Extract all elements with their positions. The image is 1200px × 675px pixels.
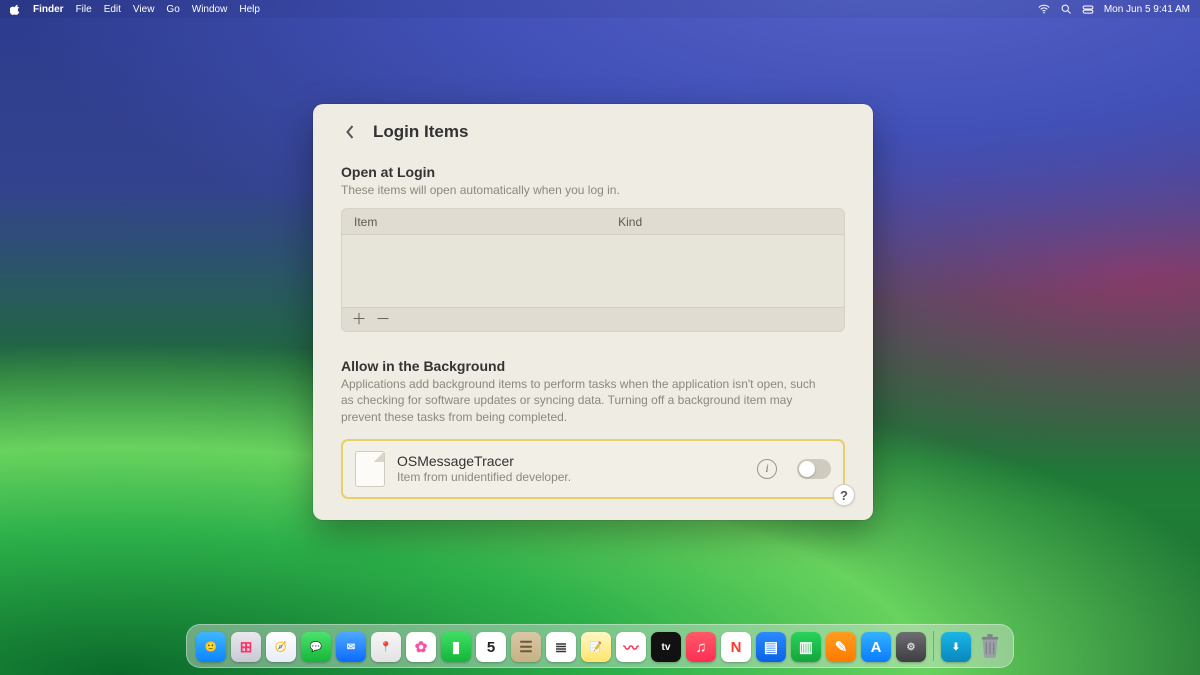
menu-edit[interactable]: Edit [104,4,121,15]
help-button[interactable]: ? [833,484,855,506]
apple-menu[interactable] [10,4,21,15]
dock-app-mail[interactable]: ✉︎ [336,632,366,662]
dock-app-settings[interactable]: ⚙︎ [896,632,926,662]
dock-separator [933,631,934,661]
dock-app-photos[interactable]: ✿ [406,632,436,662]
background-item-toggle[interactable] [797,459,831,479]
dock-app-facetime[interactable]: ▮ [441,632,471,662]
dock-app-news[interactable]: N [721,632,751,662]
allow-background-heading: Allow in the Background [341,358,845,374]
control-center-icon[interactable] [1082,3,1094,15]
menu-file[interactable]: File [76,4,92,15]
dock-app-contacts[interactable]: ☰ [511,632,541,662]
menubar-app-name[interactable]: Finder [33,4,64,15]
menu-view[interactable]: View [133,4,155,15]
menubar: Finder File Edit View Go Window Help Mon… [0,0,1200,18]
spotlight-icon[interactable] [1060,3,1072,15]
info-button[interactable]: i [757,459,777,479]
allow-background-description: Applications add background items to per… [341,376,831,425]
menu-go[interactable]: Go [166,4,179,15]
background-item-name: OSMessageTracer [397,453,745,469]
dock: 🙂⊞🧭💬✉︎📍✿▮5☰≣📝〰tv♫N▤▥✎A⚙︎ ⬇︎ [186,624,1014,668]
dock-app-maps[interactable]: 📍 [371,632,401,662]
remove-button[interactable]: － [374,311,392,329]
window-title: Login Items [373,122,468,142]
dock-app-freeform[interactable]: 〰 [616,632,646,662]
dock-app-messages[interactable]: 💬 [301,632,331,662]
dock-app-notes[interactable]: 📝 [581,632,611,662]
wifi-icon[interactable] [1038,3,1050,15]
dock-app-keynote[interactable]: ▤ [756,632,786,662]
dock-app-numbers[interactable]: ▥ [791,632,821,662]
add-button[interactable]: ＋ [350,311,368,329]
desktop-wallpaper: Finder File Edit View Go Window Help Mon… [0,0,1200,675]
column-header-item[interactable]: Item [342,215,618,229]
dock-trash[interactable] [976,630,1004,662]
open-at-login-table: Item Kind ＋ － [341,208,845,332]
background-item-subtitle: Item from unidentified developer. [397,470,745,484]
open-at-login-description: These items will open automatically when… [341,182,831,198]
dock-app-appstore[interactable]: A [861,632,891,662]
dock-app-finder[interactable]: 🙂 [196,632,226,662]
open-at-login-body[interactable] [342,235,844,307]
back-button[interactable] [341,123,359,141]
dock-app-calendar[interactable]: 5 [476,632,506,662]
menu-help[interactable]: Help [239,4,260,15]
menubar-clock[interactable]: Mon Jun 5 9:41 AM [1104,4,1190,15]
dock-app-launchpad[interactable]: ⊞ [231,632,261,662]
dock-app-music[interactable]: ♫ [686,632,716,662]
dock-app-reminders[interactable]: ≣ [546,632,576,662]
dock-app-tv[interactable]: tv [651,632,681,662]
column-header-kind[interactable]: Kind [618,215,844,229]
open-at-login-heading: Open at Login [341,164,845,180]
dock-app-safari[interactable]: 🧭 [266,632,296,662]
background-item-row: OSMessageTracer Item from unidentified d… [341,439,845,499]
dock-app-pages[interactable]: ✎ [826,632,856,662]
menu-window[interactable]: Window [192,4,228,15]
document-icon [355,451,385,487]
dock-app-downloads[interactable]: ⬇︎ [941,632,971,662]
login-items-window: Login Items Open at Login These items wi… [313,104,873,520]
